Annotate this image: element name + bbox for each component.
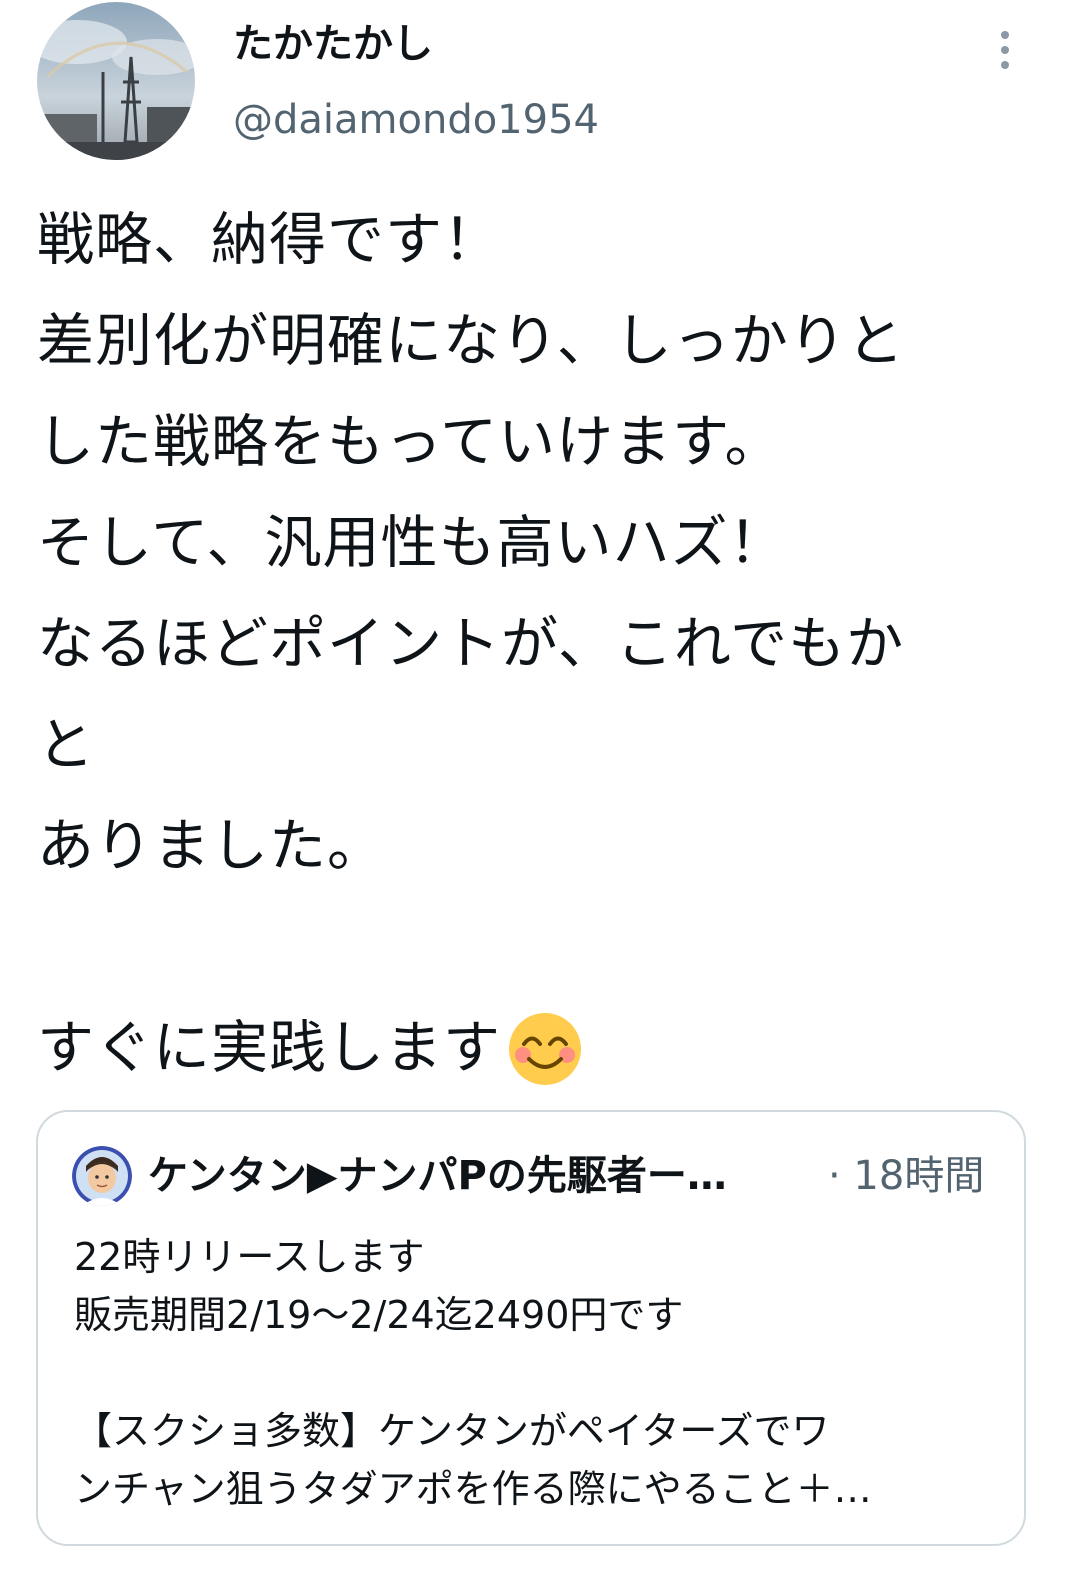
tweet-line: 差別化が明確になり、しっかりと (37, 308, 905, 374)
quoted-line: ンチャン狙うタダアポを作る際にやること＋… (74, 1467, 872, 1511)
tweet-line: すぐに実践します (37, 1015, 501, 1081)
tweet-line: ありました。 (37, 813, 385, 879)
display-name[interactable]: たかたかし (233, 18, 433, 70)
user-handle[interactable]: @daiamondo1954 (233, 94, 599, 146)
quoted-line: 販売期間2/19〜2/24迄2490円です (74, 1293, 684, 1337)
avatar-image (37, 2, 195, 160)
profile-avatar[interactable] (37, 2, 195, 160)
tweet-line: なるほどポイントが、これでもか (37, 611, 905, 677)
tweet-text: 戦略、納得です！ 差別化が明確になり、しっかりと した戦略をもっていけます。 そ… (37, 190, 1047, 1099)
quoted-line-blank (74, 1344, 1014, 1402)
quoted-tweet-card[interactable]: ケンタン▶ナンパPの先駆者ー… · 18時間 22時リリースします 販売期間2/… (36, 1110, 1026, 1546)
tweet-line: と (37, 712, 95, 778)
tweet-line: した戦略をもっていけます。 (37, 409, 783, 475)
quoted-line: 【スクショ多数】ケンタンがペイターズでワ (74, 1409, 830, 1453)
quoted-author-avatar[interactable] (72, 1146, 132, 1206)
quoted-avatar-image (72, 1146, 132, 1206)
tweet-line: そして、汎用性も高いハズ！ (37, 510, 787, 576)
smiling-face-emoji-icon (509, 1012, 581, 1085)
more-vertical-icon[interactable] (985, 22, 1025, 78)
tweet-line: 戦略、納得です！ (37, 207, 501, 273)
quoted-timestamp[interactable]: · 18時間 (828, 1150, 984, 1202)
quoted-line: 22時リリースします (74, 1235, 425, 1279)
quoted-author-name[interactable]: ケンタン▶ナンパPの先駆者ー… (148, 1150, 788, 1202)
quoted-tweet-text: 22時リリースします 販売期間2/19〜2/24迄2490円です 【スクショ多数… (74, 1228, 1014, 1518)
tweet-line-with-emoji: すぐに実践します (37, 998, 1047, 1099)
